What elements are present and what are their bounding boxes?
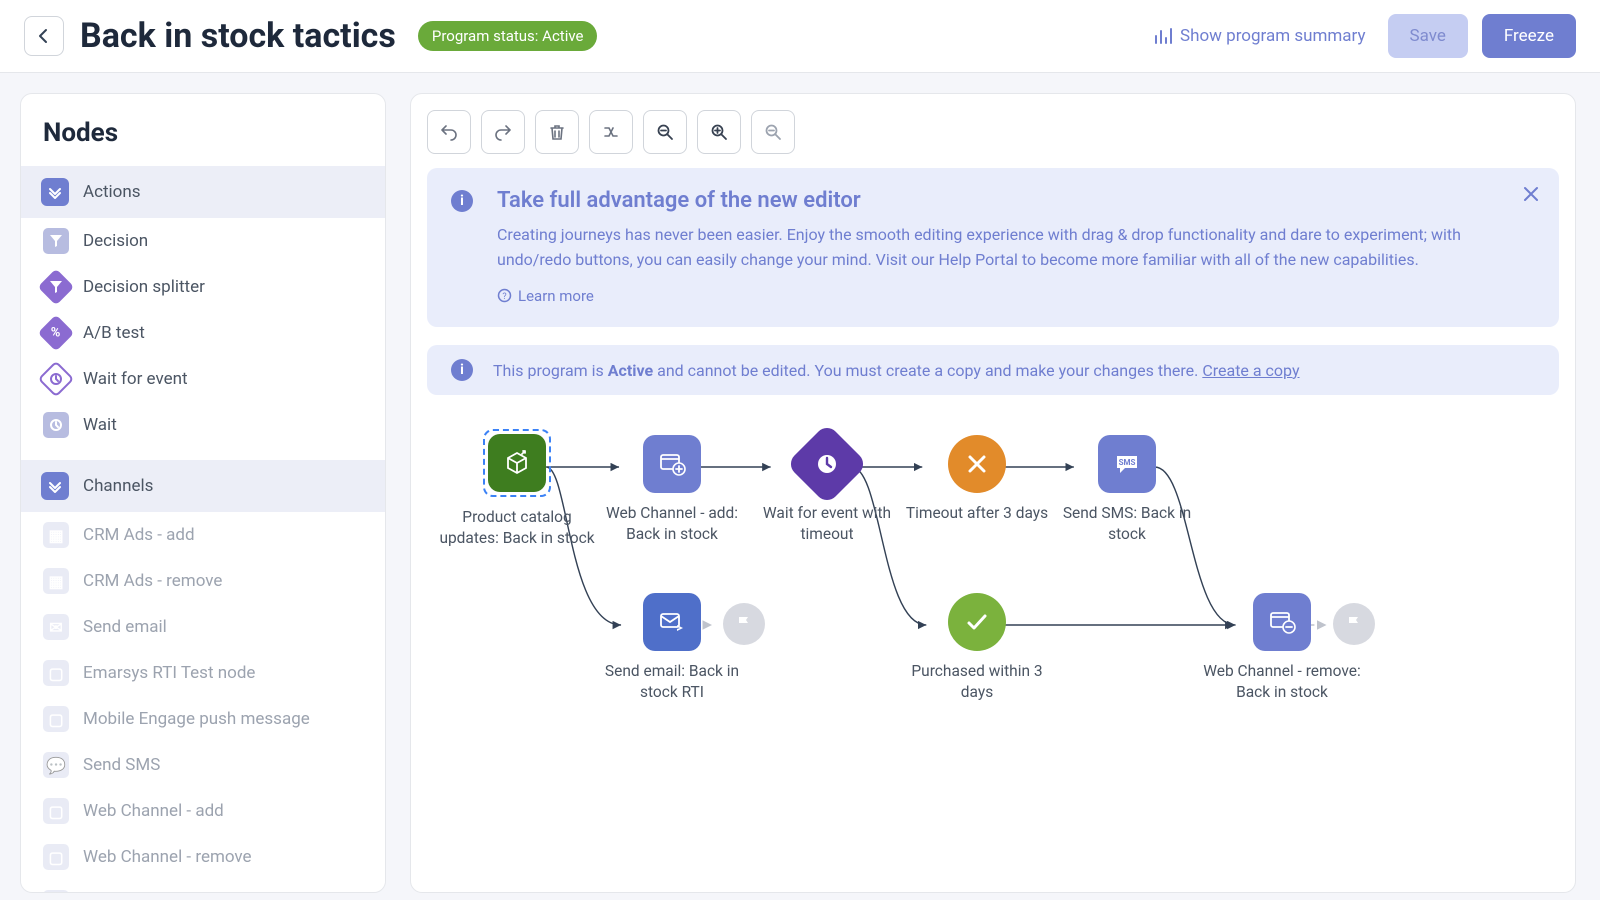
flow-node-trigger[interactable]: Product catalog updates: Back in stock (437, 429, 597, 549)
flow-node-wait-event[interactable]: Wait for event with timeout (747, 435, 907, 545)
zoom-out-icon (656, 123, 674, 141)
zoom-fit-button[interactable] (751, 110, 795, 154)
sms-icon: SMS (1098, 435, 1156, 493)
info-icon: i (451, 190, 473, 212)
timeout-icon (948, 435, 1006, 493)
save-button[interactable]: Save (1388, 14, 1468, 58)
percent-icon: % (38, 315, 75, 352)
web-remove-icon: ▢ (43, 844, 69, 870)
node-web-channel-remove[interactable]: ▢Web Channel - remove (21, 834, 385, 880)
status-badge: Program status: Active (418, 21, 598, 51)
sidebar-title: Nodes (21, 112, 385, 166)
node-web-channel-add[interactable]: ▢Web Channel - add (21, 788, 385, 834)
ads-remove-icon: ▦ (43, 568, 69, 594)
node-mobile-push[interactable]: ▢Mobile Engage push message (21, 696, 385, 742)
nodes-sidebar: Nodes Actions Decision Decision splitter… (20, 93, 386, 893)
readonly-strip: i This program is Active and cannot be e… (427, 345, 1559, 395)
zoom-out-button[interactable] (643, 110, 687, 154)
canvas-toolbar (427, 110, 1559, 168)
filter-icon (43, 228, 69, 254)
redo-icon (494, 123, 512, 141)
zoom-fit-icon (764, 123, 782, 141)
flow-node-send-sms[interactable]: SMS Send SMS: Back in stock (1047, 435, 1207, 545)
page-title: Back in stock tactics (80, 16, 396, 56)
node-wait[interactable]: Wait (21, 402, 385, 448)
info-banner: i Take full advantage of the new editor … (427, 168, 1559, 327)
bar-chart-icon (1154, 27, 1172, 45)
zoom-in-icon (710, 123, 728, 141)
back-button[interactable] (24, 16, 64, 56)
banner-title: Take full advantage of the new editor (497, 188, 1535, 213)
journey-canvas[interactable]: Product catalog updates: Back in stock W… (427, 415, 1559, 835)
redo-button[interactable] (481, 110, 525, 154)
mobile-inapp-icon: ▢ (43, 890, 69, 893)
push-icon: ▢ (43, 706, 69, 732)
node-emarsys-rti[interactable]: ▢Emarsys RTI Test node (21, 650, 385, 696)
show-summary-link[interactable]: Show program summary (1154, 26, 1366, 46)
chevron-down-icon (41, 472, 69, 500)
node-mobile-inapp-add[interactable]: ▢Mobile in-app - add (21, 880, 385, 893)
flow-endcap[interactable] (1333, 603, 1375, 645)
web-remove-icon (1253, 593, 1311, 651)
undo-button[interactable] (427, 110, 471, 154)
flow-node-webchannel-add[interactable]: Web Channel - add: Back in stock (592, 435, 752, 545)
trash-icon (548, 123, 566, 141)
node-decision[interactable]: Decision (21, 218, 385, 264)
flow-node-timeout[interactable]: Timeout after 3 days (897, 435, 1057, 524)
node-decision-splitter[interactable]: Decision splitter (21, 264, 385, 310)
diamond-splitter-icon (38, 269, 75, 306)
freeze-button[interactable]: Freeze (1482, 14, 1576, 58)
section-channels-header[interactable]: Channels (21, 460, 385, 512)
node-send-sms[interactable]: 💬Send SMS (21, 742, 385, 788)
sms-icon: 💬 (43, 752, 69, 778)
page-header: Back in stock tactics Program status: Ac… (0, 0, 1600, 73)
clock-icon (43, 412, 69, 438)
chevron-down-icon (41, 178, 69, 206)
branch-icon (602, 123, 620, 141)
svg-text:?: ? (502, 292, 506, 302)
section-actions-header[interactable]: Actions (21, 166, 385, 218)
banner-body: Creating journeys has never been easier.… (497, 223, 1535, 273)
zoom-in-button[interactable] (697, 110, 741, 154)
catalog-icon (488, 434, 546, 492)
email-icon: ✉ (43, 614, 69, 640)
node-crm-ads-remove[interactable]: ▦CRM Ads - remove (21, 558, 385, 604)
branch-button[interactable] (589, 110, 633, 154)
close-icon (1521, 184, 1541, 204)
rti-icon: ▢ (43, 660, 69, 686)
undo-icon (440, 123, 458, 141)
flag-icon (1333, 603, 1375, 645)
node-ab-test[interactable]: % A/B test (21, 310, 385, 356)
create-copy-link[interactable]: Create a copy (1202, 361, 1299, 380)
ads-add-icon: ▦ (43, 522, 69, 548)
flag-icon (723, 603, 765, 645)
help-icon: ? (497, 288, 512, 303)
web-add-icon (643, 435, 701, 493)
svg-text:SMS: SMS (1119, 458, 1136, 467)
web-add-icon: ▢ (43, 798, 69, 824)
info-icon: i (451, 359, 473, 381)
clock-diamond-icon (786, 423, 868, 505)
node-send-email[interactable]: ✉Send email (21, 604, 385, 650)
delete-button[interactable] (535, 110, 579, 154)
flow-endcap[interactable] (723, 603, 765, 645)
banner-close-button[interactable] (1521, 184, 1541, 208)
chevron-left-icon (36, 28, 52, 44)
clock-event-icon (38, 361, 75, 398)
email-send-icon (643, 593, 701, 651)
canvas-area: i Take full advantage of the new editor … (386, 73, 1600, 893)
node-wait-for-event[interactable]: Wait for event (21, 356, 385, 402)
learn-more-link[interactable]: ? Learn more (497, 287, 594, 305)
node-crm-ads-add[interactable]: ▦CRM Ads - add (21, 512, 385, 558)
check-icon (948, 593, 1006, 651)
flow-node-purchased[interactable]: Purchased within 3 days (897, 593, 1057, 703)
